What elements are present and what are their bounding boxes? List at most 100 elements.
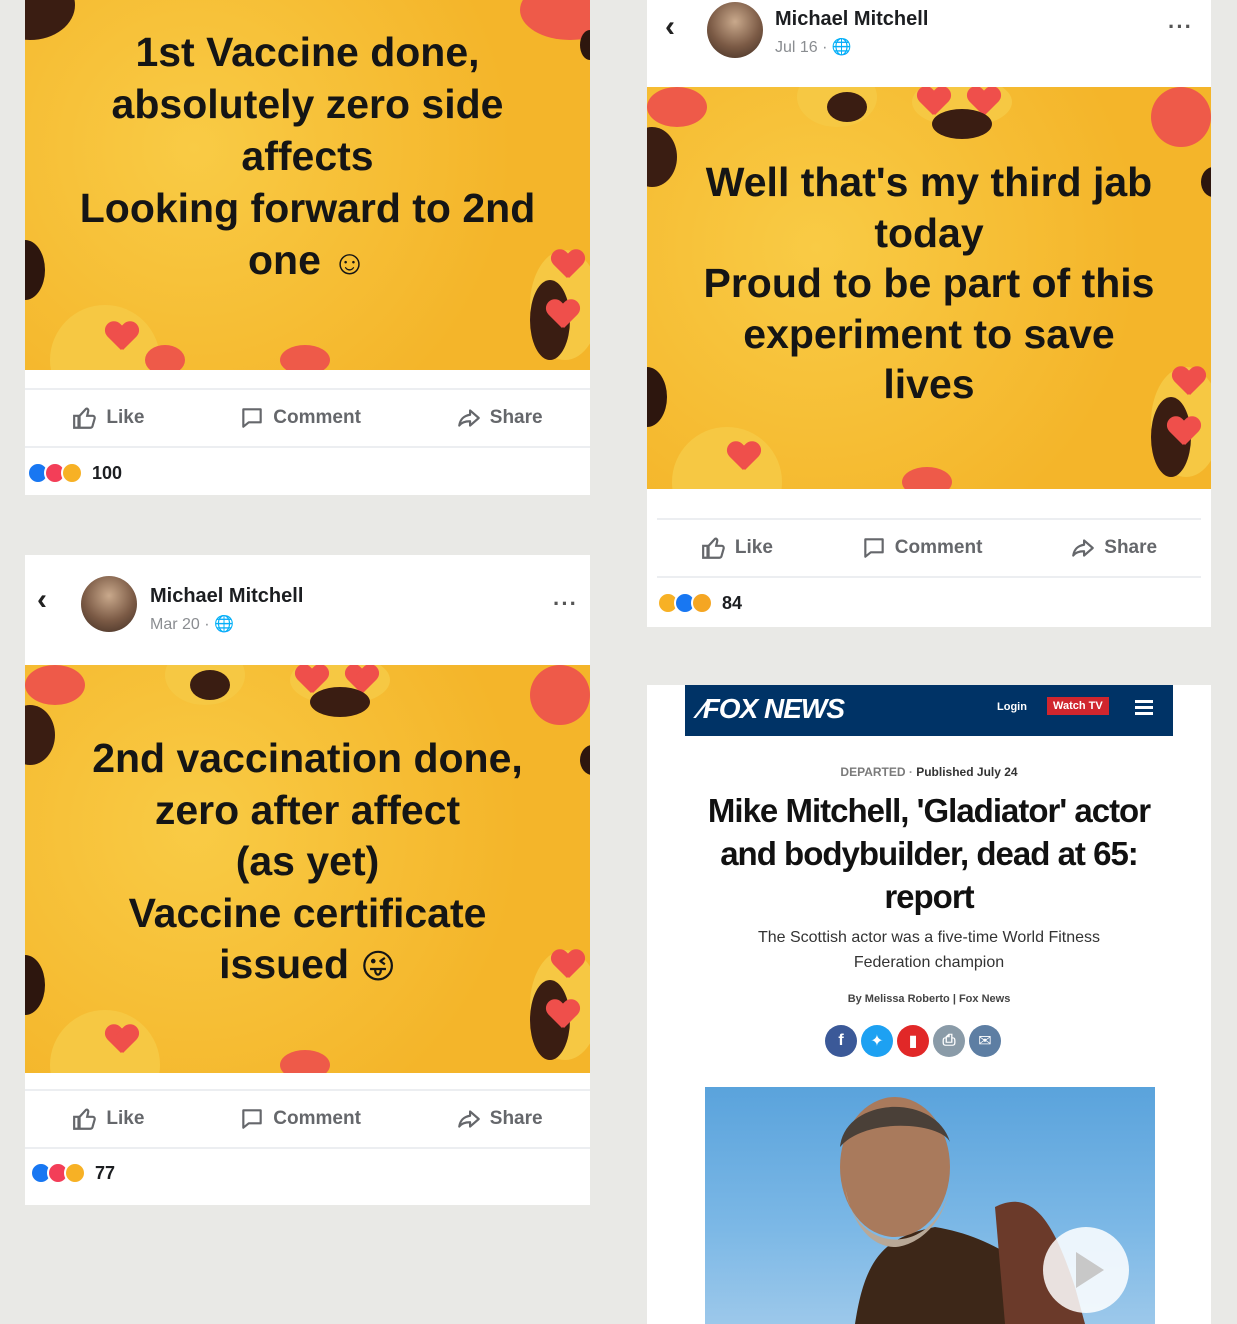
share-label: Share xyxy=(489,1108,543,1129)
avatar[interactable] xyxy=(81,576,137,632)
published-date: Published July 24 xyxy=(916,765,1018,779)
post-header: ‹ Michael Mitchell Mar 20 · 🌐 ··· xyxy=(25,555,590,633)
post-text-line: lives xyxy=(883,361,975,407)
play-icon xyxy=(1076,1252,1104,1288)
share-label: Share xyxy=(489,407,543,428)
thumbs-up-icon xyxy=(73,1108,97,1130)
comment-icon xyxy=(864,538,884,558)
author-name[interactable]: Michael Mitchell xyxy=(775,8,928,31)
post-card-3: ‹ Michael Mitchell Mar 20 · 🌐 ··· 2nd va… xyxy=(25,555,590,1205)
share-button[interactable]: Share xyxy=(1070,535,1157,561)
article-byline: By Melissa Roberto | Fox News xyxy=(847,993,1011,1005)
headline-line: and bodybuilder, dead at 65: xyxy=(720,835,1139,872)
action-bar: Like Comment Share xyxy=(25,388,590,448)
post-image-1: 1st Vaccine done, absolutely zero side a… xyxy=(25,0,590,370)
post-text-line: issued 😜 xyxy=(219,941,396,987)
flipboard-icon[interactable]: ▮ xyxy=(897,1025,929,1057)
back-arrow-icon[interactable]: ‹ xyxy=(665,10,675,44)
smiley-icon: ☺ xyxy=(332,244,368,282)
fox-news-logo[interactable]: ⁄FOX NEWS xyxy=(699,693,845,725)
post-text-line: (as yet) xyxy=(235,838,380,884)
reaction-summary[interactable]: 77 xyxy=(30,1162,115,1184)
author-name[interactable]: Michael Mitchell xyxy=(150,585,303,608)
play-video-button[interactable] xyxy=(1043,1227,1129,1313)
post-text-line: Looking forward to 2nd xyxy=(79,185,536,231)
globe-icon: 🌐 xyxy=(831,39,852,56)
post-text-line: absolutely zero side xyxy=(111,81,504,127)
post-text-line: one ☺ xyxy=(247,237,368,283)
comment-label: Comment xyxy=(273,1108,361,1129)
wow-reaction-icon xyxy=(691,592,713,614)
share-arrow-icon xyxy=(457,1110,480,1128)
post-text-line: Vaccine certificate xyxy=(128,889,487,936)
news-article-card: ⁄FOX NEWS Login Watch TV DEPARTED · Publ… xyxy=(647,685,1211,1324)
share-label: Share xyxy=(1104,537,1158,558)
comment-label: Comment xyxy=(894,537,983,558)
thumbs-up-icon xyxy=(702,537,725,559)
thumbs-up-icon xyxy=(73,407,97,429)
headline-line: report xyxy=(884,878,974,915)
post-text-2: Well that's my third jab today Proud to … xyxy=(647,157,1211,410)
globe-icon: 🌐 xyxy=(214,616,234,633)
twitter-icon[interactable]: ✦ xyxy=(861,1025,893,1057)
share-arrow-icon xyxy=(457,409,480,427)
reaction-count: 84 xyxy=(722,592,743,613)
like-button[interactable]: Like xyxy=(72,405,144,431)
comment-icon xyxy=(242,1109,263,1129)
email-icon[interactable]: ✉ xyxy=(969,1025,1001,1057)
post-image-3: 2nd vaccination done, zero after affect … xyxy=(25,665,590,1073)
subhead-line: Federation champion xyxy=(853,954,1005,971)
post-date: Mar 20 · 🌐 xyxy=(150,616,234,633)
like-button[interactable]: Like xyxy=(72,1106,144,1132)
avatar[interactable] xyxy=(707,2,763,58)
like-button[interactable]: Like xyxy=(701,535,773,561)
sad-reaction-icon xyxy=(61,462,83,484)
reaction-count: 100 xyxy=(92,462,123,483)
comment-icon xyxy=(242,408,263,428)
reaction-summary[interactable]: 100 xyxy=(27,462,122,484)
like-label: Like xyxy=(106,1108,145,1129)
post-text-line: Proud to be part of this xyxy=(703,260,1155,306)
post-text-3: 2nd vaccination done, zero after affect … xyxy=(25,733,590,994)
more-options-icon[interactable]: ··· xyxy=(553,591,578,617)
comment-button[interactable]: Comment xyxy=(861,535,983,561)
post-image-2: Well that's my third jab today Proud to … xyxy=(647,87,1211,489)
post-text-1: 1st Vaccine done, absolutely zero side a… xyxy=(25,26,590,289)
post-date: Jul 16 · 🌐 xyxy=(775,39,852,56)
article-headline: Mike Mitchell, 'Gladiator' actor and bod… xyxy=(647,789,1211,918)
article-meta: DEPARTED · Published July 24 xyxy=(840,765,1018,779)
hamburger-menu-icon[interactable] xyxy=(1135,697,1153,718)
watch-tv-button[interactable]: Watch TV xyxy=(1047,697,1109,715)
facebook-icon[interactable]: f xyxy=(825,1025,857,1057)
subhead-line: The Scottish actor was a five-time World… xyxy=(757,929,1101,946)
comment-button[interactable]: Comment xyxy=(239,405,361,431)
share-button[interactable]: Share xyxy=(456,1106,543,1132)
action-bar: Like Comment Share xyxy=(25,1089,590,1149)
post-text-line: zero after affect xyxy=(154,786,461,833)
article-photo xyxy=(705,1087,1155,1324)
comment-label: Comment xyxy=(273,407,361,428)
post-card-1: 1st Vaccine done, absolutely zero side a… xyxy=(25,0,590,495)
like-label: Like xyxy=(734,537,773,558)
reaction-summary[interactable]: 84 xyxy=(657,592,742,614)
winking-emoji-icon: 😜 xyxy=(360,948,396,986)
post-header: ‹ Michael Mitchell Jul 16 · 🌐 ··· xyxy=(647,0,1211,70)
post-text-line: today xyxy=(874,209,984,256)
post-text-line: Well that's my third jab xyxy=(705,159,1153,205)
share-icons-row: f ✦ ▮ ⎙ ✉ xyxy=(825,1025,1001,1057)
share-button[interactable]: Share xyxy=(456,405,543,431)
sad-reaction-icon xyxy=(64,1162,86,1184)
login-button[interactable]: Login xyxy=(997,701,1027,713)
print-icon[interactable]: ⎙ xyxy=(933,1025,965,1057)
category-label[interactable]: DEPARTED xyxy=(840,765,905,779)
back-arrow-icon[interactable]: ‹ xyxy=(37,583,47,617)
post-text-line: 1st Vaccine done, xyxy=(135,29,480,75)
post-text-line: affects xyxy=(241,133,374,179)
comment-button[interactable]: Comment xyxy=(239,1106,361,1132)
fox-news-header: ⁄FOX NEWS Login Watch TV xyxy=(685,685,1173,736)
post-card-2: ‹ Michael Mitchell Jul 16 · 🌐 ··· Well t… xyxy=(647,0,1211,627)
article-subhead: The Scottish actor was a five-time World… xyxy=(647,925,1211,975)
share-arrow-icon xyxy=(1072,539,1095,557)
more-options-icon[interactable]: ··· xyxy=(1168,14,1193,40)
headline-line: Mike Mitchell, 'Gladiator' actor xyxy=(707,792,1151,829)
